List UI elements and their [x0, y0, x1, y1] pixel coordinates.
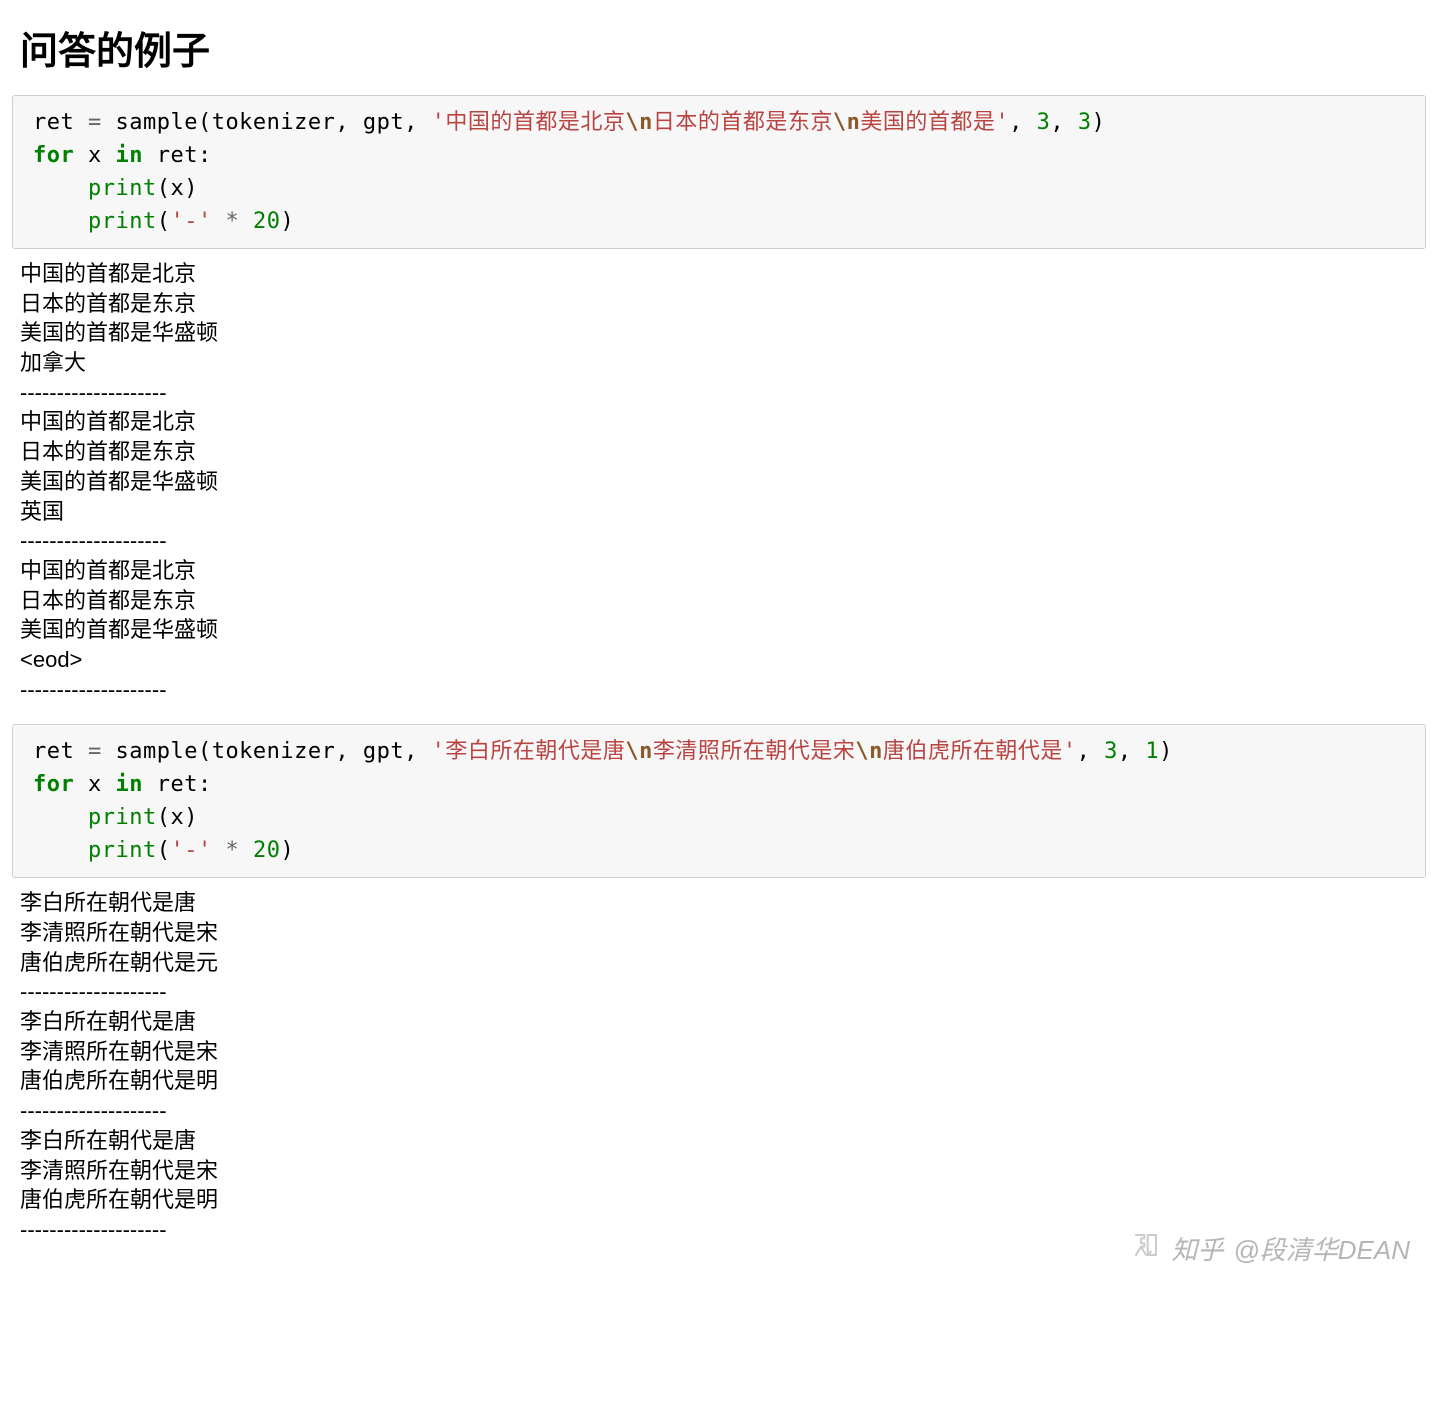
code-token: = — [88, 739, 102, 764]
code-token: (x) — [157, 176, 198, 201]
code-string: '李白所在朝代是唐\n李清照所在朝代是宋\n唐伯虎所在朝代是' — [432, 739, 1077, 764]
code-indent — [33, 209, 88, 234]
code-number: 20 — [253, 209, 281, 234]
code-token: ( — [157, 838, 171, 863]
code-token: = — [88, 110, 102, 135]
code-token: sample(tokenizer, gpt, — [102, 739, 432, 764]
code-keyword: in — [116, 772, 144, 797]
code-token: ( — [157, 209, 171, 234]
code-operator: * — [225, 209, 239, 234]
code-indent — [33, 838, 88, 863]
code-keyword: for — [33, 143, 74, 168]
section-heading: 问答的例子 — [20, 20, 1426, 75]
code-string: '-' — [170, 838, 211, 863]
code-keyword: for — [33, 772, 74, 797]
code-token: ret — [33, 739, 88, 764]
code-token: ) — [280, 209, 294, 234]
code-number: 3 — [1104, 739, 1118, 764]
code-token: ret: — [143, 143, 212, 168]
code-token: ret: — [143, 772, 212, 797]
code-token: (x) — [157, 805, 198, 830]
code-token: , — [1009, 110, 1037, 135]
code-cell-1: ret = sample(tokenizer, gpt, '中国的首都是北京\n… — [12, 95, 1426, 249]
code-number: 20 — [253, 838, 281, 863]
code-indent — [33, 176, 88, 201]
code-builtin: print — [88, 209, 157, 234]
code-builtin: print — [88, 176, 157, 201]
code-number: 1 — [1145, 739, 1159, 764]
code-operator: * — [225, 838, 239, 863]
code-token: x — [74, 772, 115, 797]
code-token: , — [1050, 110, 1078, 135]
code-cell-2: ret = sample(tokenizer, gpt, '李白所在朝代是唐\n… — [12, 724, 1426, 878]
code-token: , — [1077, 739, 1105, 764]
code-number: 3 — [1078, 110, 1092, 135]
output-cell-1: 中国的首都是北京 日本的首都是东京 美国的首都是华盛顿 加拿大 --------… — [12, 255, 1426, 724]
code-builtin: print — [88, 805, 157, 830]
code-indent — [33, 805, 88, 830]
code-token: ret — [33, 110, 88, 135]
code-token: , — [1118, 739, 1146, 764]
code-token: sample(tokenizer, gpt, — [102, 110, 432, 135]
code-string: '-' — [170, 209, 211, 234]
code-string: '中国的首都是北京\n日本的首都是东京\n美国的首都是' — [432, 110, 1010, 135]
code-number: 3 — [1037, 110, 1051, 135]
code-token: ) — [280, 838, 294, 863]
code-token: x — [74, 143, 115, 168]
code-builtin: print — [88, 838, 157, 863]
code-token: ) — [1159, 739, 1173, 764]
output-cell-2: 李白所在朝代是唐 李清照所在朝代是宋 唐伯虎所在朝代是元 -----------… — [12, 884, 1426, 1264]
code-token: ) — [1092, 110, 1106, 135]
code-keyword: in — [116, 143, 144, 168]
